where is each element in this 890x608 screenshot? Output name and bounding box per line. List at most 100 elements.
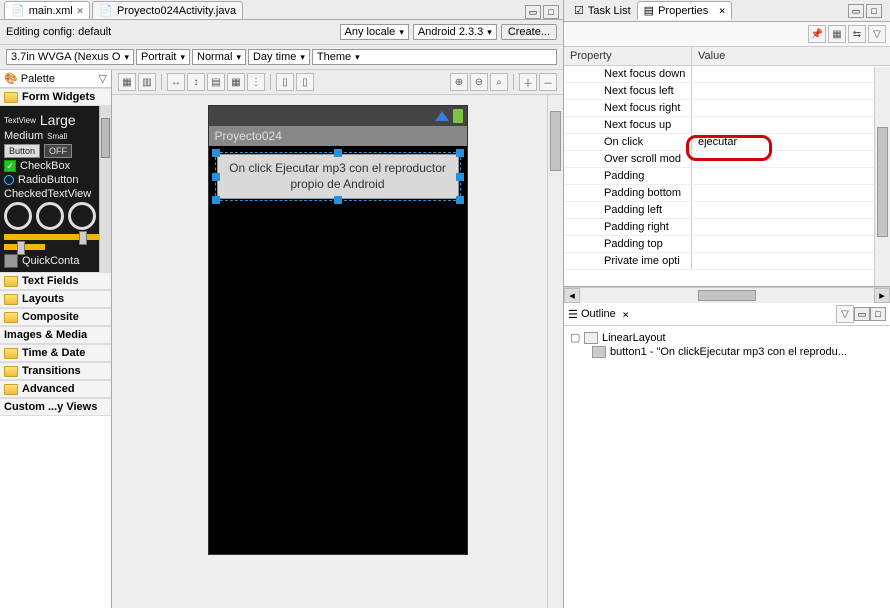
theme-dropdown[interactable]: Theme: [312, 49, 557, 65]
property-row[interactable]: Next focus down: [564, 66, 890, 83]
zoom-100-icon[interactable]: ⌕: [490, 73, 508, 91]
widget-checkbox[interactable]: CheckBox: [20, 160, 70, 172]
cat-text-fields[interactable]: Text Fields: [0, 272, 111, 290]
daytime-dropdown[interactable]: Day time: [248, 49, 310, 65]
property-row[interactable]: Padding top: [564, 236, 890, 253]
prop-value[interactable]: [692, 253, 890, 269]
cat-advanced[interactable]: Advanced: [0, 380, 111, 398]
prop-value[interactable]: ejecutar: [692, 134, 890, 150]
property-row[interactable]: Padding right: [564, 219, 890, 236]
prop-value[interactable]: [692, 100, 890, 116]
canvas-viewport[interactable]: Proyecto024 On click Ejecutar mp3 con el…: [112, 95, 563, 608]
prop-value[interactable]: [692, 117, 890, 133]
tb-align-v[interactable]: ↕: [187, 73, 205, 91]
cat-form-widgets[interactable]: Form Widgets: [0, 88, 111, 106]
device-dropdown[interactable]: 3.7in WVGA (Nexus O: [6, 49, 134, 65]
tb-show-layout[interactable]: ▥: [138, 73, 156, 91]
tab-main-xml[interactable]: 📄 main.xml ×: [4, 1, 90, 19]
prop-value[interactable]: [692, 219, 890, 235]
widget-textview[interactable]: TextView: [4, 116, 36, 125]
tb-grid2[interactable]: ▦: [227, 73, 245, 91]
palette-header[interactable]: 🎨 Palette ▽: [0, 70, 111, 88]
close-icon[interactable]: ×: [77, 4, 84, 17]
tb-linear[interactable]: ▯: [296, 73, 314, 91]
outline-menu-icon[interactable]: ▽: [836, 305, 854, 323]
property-row[interactable]: Next focus up: [564, 117, 890, 134]
palette-menu-icon[interactable]: ▽: [99, 72, 107, 85]
create-button[interactable]: Create...: [501, 24, 557, 40]
tb-grid[interactable]: ▤: [207, 73, 225, 91]
zoom-in-icon[interactable]: ＋: [519, 73, 537, 91]
prop-value[interactable]: [692, 185, 890, 201]
canvas-vscrollbar[interactable]: [547, 95, 563, 608]
cat-transitions[interactable]: Transitions: [0, 362, 111, 380]
tab-properties[interactable]: ▤Properties ×: [637, 1, 733, 20]
palette-scrollbar[interactable]: [99, 106, 111, 272]
resize-handle[interactable]: [334, 196, 342, 204]
minimize-button[interactable]: ▭: [848, 4, 864, 18]
maximize-button[interactable]: □: [870, 307, 886, 321]
locale-dropdown[interactable]: Any locale: [340, 24, 409, 40]
tab-task-list[interactable]: ☑Task List: [568, 2, 637, 19]
phone-preview[interactable]: Proyecto024 On click Ejecutar mp3 con el…: [208, 105, 468, 555]
prop-value[interactable]: [692, 151, 890, 167]
tb-show-outline[interactable]: ▦: [118, 73, 136, 91]
widget-checkedtextview[interactable]: CheckedTextView: [4, 188, 91, 200]
pin-icon[interactable]: 📌: [808, 25, 826, 43]
col-value[interactable]: Value: [692, 47, 890, 65]
prop-value[interactable]: [692, 168, 890, 184]
cat-layouts[interactable]: Layouts: [0, 290, 111, 308]
widget-small[interactable]: Small: [47, 132, 67, 141]
property-row[interactable]: On clickejecutar: [564, 134, 890, 151]
menu-icon[interactable]: ▽: [868, 25, 886, 43]
cat-images-media[interactable]: Images & Media: [0, 326, 111, 344]
close-icon[interactable]: ×: [712, 4, 725, 17]
col-property[interactable]: Property: [564, 47, 692, 65]
widget-progressbar[interactable]: [4, 244, 45, 250]
resize-handle[interactable]: [212, 173, 220, 181]
categories-icon[interactable]: ▦: [828, 25, 846, 43]
prop-value[interactable]: [692, 202, 890, 218]
resize-handle[interactable]: [212, 149, 220, 157]
properties-hscrollbar[interactable]: ◂▸: [564, 287, 890, 303]
widget-button[interactable]: Button: [4, 144, 40, 158]
zoom-out-icon[interactable]: －: [539, 73, 557, 91]
close-icon[interactable]: ×: [616, 308, 629, 321]
property-row[interactable]: Next focus left: [564, 83, 890, 100]
property-row[interactable]: Private ime opti: [564, 253, 890, 270]
widget-quickcontact[interactable]: QuickConta: [22, 255, 79, 267]
resize-handle[interactable]: [456, 173, 464, 181]
maximize-button[interactable]: □: [866, 4, 882, 18]
expand-icon[interactable]: ▢: [570, 331, 580, 344]
prop-value[interactable]: [692, 83, 890, 99]
android-version-dropdown[interactable]: Android 2.3.3: [413, 24, 497, 40]
filter-icon[interactable]: ⇆: [848, 25, 866, 43]
orientation-dropdown[interactable]: Portrait: [136, 49, 190, 65]
prop-value[interactable]: [692, 236, 890, 252]
widget-knob[interactable]: [36, 202, 64, 230]
widget-medium[interactable]: Medium: [4, 130, 43, 142]
uimode-dropdown[interactable]: Normal: [192, 49, 246, 65]
minimize-button[interactable]: ▭: [525, 5, 541, 19]
tb-relative[interactable]: ▯: [276, 73, 294, 91]
tab-activity-java[interactable]: 📄 Proyecto024Activity.java: [92, 1, 243, 19]
prop-value[interactable]: [692, 66, 890, 82]
resize-handle[interactable]: [334, 149, 342, 157]
tb-align-h[interactable]: ↔: [167, 73, 185, 91]
minimize-button[interactable]: ▭: [854, 307, 870, 321]
resize-handle[interactable]: [456, 149, 464, 157]
property-row[interactable]: Padding left: [564, 202, 890, 219]
properties-vscrollbar[interactable]: [874, 67, 890, 286]
cat-custom-views[interactable]: Custom ...y Views: [0, 398, 111, 416]
zoom-reset-icon[interactable]: ⊖: [470, 73, 488, 91]
widget-seekbar[interactable]: [4, 234, 107, 240]
outline-root-node[interactable]: ▢ LinearLayout: [570, 330, 884, 345]
resize-handle[interactable]: [456, 196, 464, 204]
cat-time-date[interactable]: Time & Date: [0, 344, 111, 362]
property-row[interactable]: Padding bottom: [564, 185, 890, 202]
property-row[interactable]: Next focus right: [564, 100, 890, 117]
selected-button-widget[interactable]: On click Ejecutar mp3 con el reproductor…: [215, 152, 461, 201]
zoom-fit-icon[interactable]: ⊕: [450, 73, 468, 91]
resize-handle[interactable]: [212, 196, 220, 204]
widget-knob[interactable]: [68, 202, 96, 230]
